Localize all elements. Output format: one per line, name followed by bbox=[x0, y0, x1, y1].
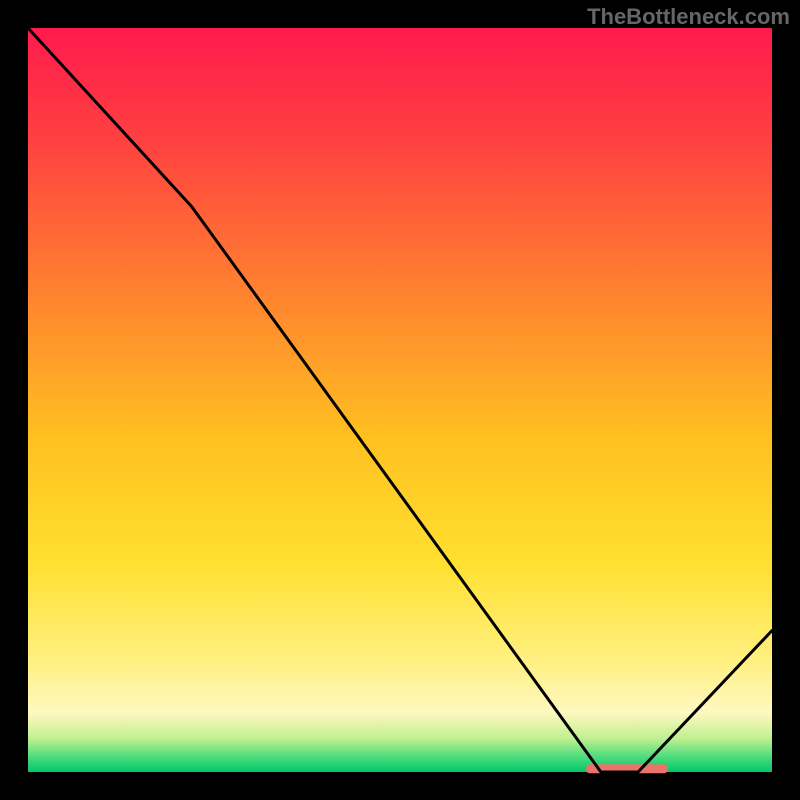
bottleneck-chart bbox=[0, 0, 800, 800]
plot-area bbox=[28, 28, 772, 772]
chart-container: TheBottleneck.com bbox=[0, 0, 800, 800]
watermark-label: TheBottleneck.com bbox=[587, 4, 790, 30]
